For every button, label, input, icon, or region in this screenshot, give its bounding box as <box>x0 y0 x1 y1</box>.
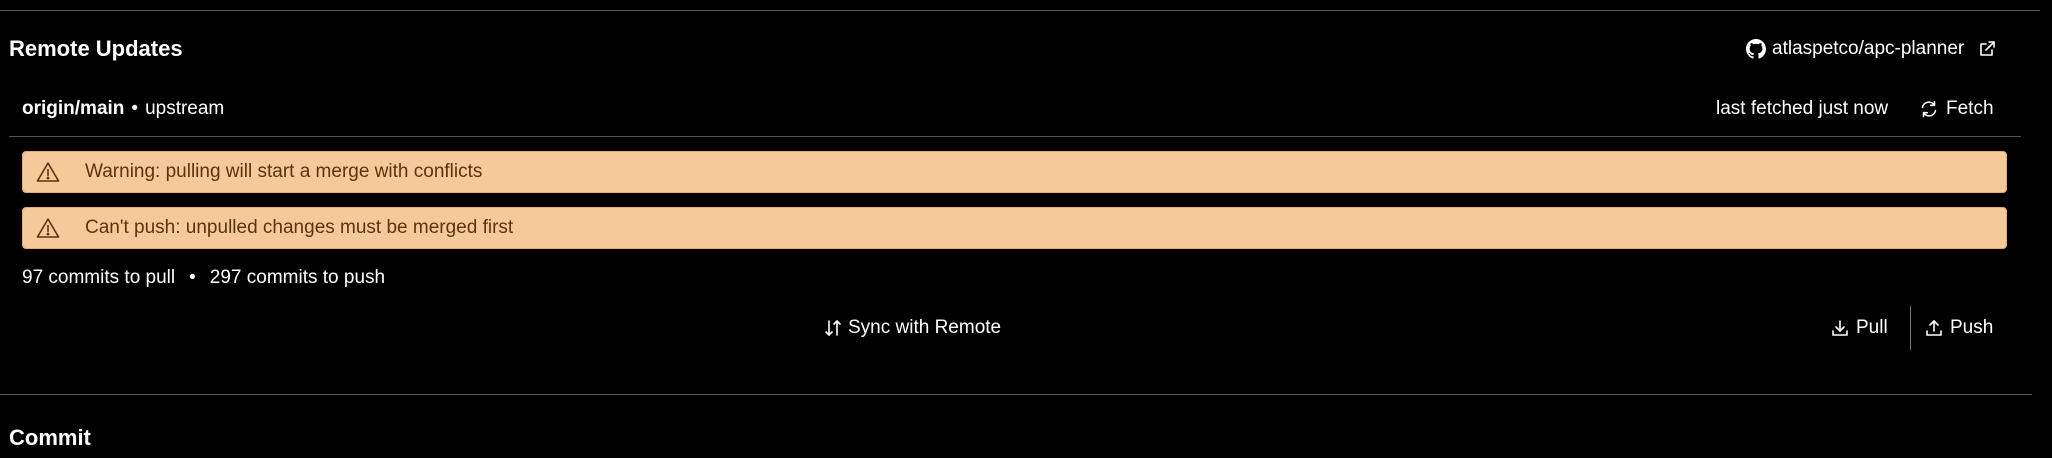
push-blocked-warning: Can't push: unpulled changes must be mer… <box>22 207 2007 249</box>
sync-label: Sync with Remote <box>848 317 1002 338</box>
commits-to-push: 297 commits to push <box>209 267 386 288</box>
branch-name: origin/main <box>22 98 125 119</box>
upstream-label: upstream <box>145 98 225 119</box>
commits-to-pull: 97 commits to pull <box>22 267 176 288</box>
repo-link[interactable]: atlaspetco/apc-planner <box>1746 36 1996 62</box>
warning-triangle-icon <box>35 217 61 239</box>
bullet-separator: • <box>189 267 196 288</box>
upload-icon <box>1925 319 1943 337</box>
commit-section-title: Commit <box>9 425 91 450</box>
download-icon <box>1831 319 1849 337</box>
pull-push-divider <box>1910 306 1911 350</box>
branch-info: origin/main • upstream <box>22 96 224 122</box>
pull-label: Pull <box>1856 317 1888 338</box>
top-divider <box>0 10 2040 11</box>
push-button[interactable]: Push <box>1925 315 1993 341</box>
warning-triangle-icon <box>35 161 61 183</box>
refresh-icon <box>1919 99 1939 119</box>
last-fetched-status: last fetched just now <box>1716 98 1889 119</box>
warning-text: Can't push: unpulled changes must be mer… <box>85 217 514 238</box>
fetch-button[interactable]: Fetch <box>1919 96 1994 122</box>
pull-button[interactable]: Pull <box>1831 315 1888 341</box>
merge-conflict-warning: Warning: pulling will start a merge with… <box>22 151 2007 193</box>
github-icon <box>1746 39 1766 59</box>
fetch-label: Fetch <box>1946 98 1994 119</box>
commit-counts: 97 commits to pull • 297 commits to push <box>22 265 385 291</box>
section-divider <box>0 394 2032 395</box>
warning-text: Warning: pulling will start a merge with… <box>85 161 483 182</box>
swap-vertical-icon <box>824 318 842 338</box>
branch-divider <box>9 136 2021 137</box>
repo-name: atlaspetco/apc-planner <box>1772 38 1965 59</box>
remote-updates-title: Remote Updates <box>9 36 183 61</box>
push-label: Push <box>1950 317 1994 338</box>
sync-with-remote-button[interactable]: Sync with Remote <box>824 315 1001 341</box>
bullet-separator: • <box>131 98 139 119</box>
external-link-icon <box>1978 40 1996 58</box>
